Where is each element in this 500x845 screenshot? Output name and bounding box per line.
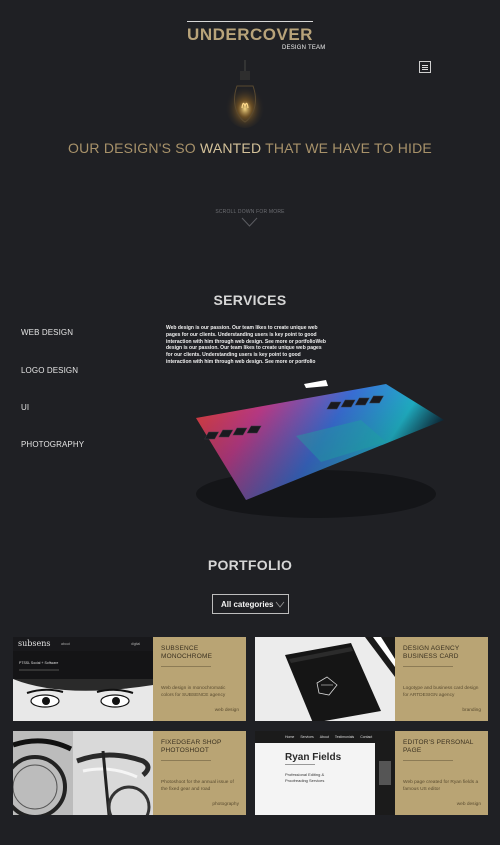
portfolio-card-info: SUBSENCE MONOCHROME Web design in monoch… [153, 637, 246, 721]
logo-subtitle: DESIGN TEAM [282, 45, 326, 51]
thumb-brand: subsens [18, 639, 51, 648]
portfolio-card-category: branding [462, 708, 481, 713]
portfolio-card-info: DESIGN AGENCY BUSINESS CARD Logotype and… [395, 637, 488, 721]
portfolio-card-title: SUBSENCE MONOCHROME [161, 645, 213, 660]
services-title: SERVICES [213, 292, 287, 308]
portfolio-card-category: web design [214, 708, 239, 713]
portfolio-thumbnail: subsens about digital PTSSL Social + Sof… [13, 637, 153, 721]
services-description: Web design is our passion. Our team like… [166, 325, 326, 365]
portfolio-card-business-card[interactable]: DESIGN AGENCY BUSINESS CARD Logotype and… [255, 637, 488, 721]
service-item-photography[interactable]: PHOTOGRAPHY [21, 440, 84, 449]
thumb-name: Ryan Fields [285, 752, 342, 763]
thumb-nav: Home Services About Testimonials Contact [285, 735, 373, 739]
service-item-logo-design[interactable]: LOGO DESIGN [21, 366, 78, 375]
portfolio-card-description: Web page created for Ryan fields a famou… [403, 780, 479, 792]
hamburger-menu-icon[interactable] [419, 61, 431, 73]
laptop-image [196, 380, 444, 518]
portfolio-card-description: Logotype and business card design for AR… [403, 686, 479, 698]
portfolio-card-category: web design [456, 802, 481, 807]
portfolio-thumbnail: Home Services About Testimonials Contact… [255, 731, 395, 815]
portfolio-thumbnail [255, 637, 395, 721]
portfolio-card-title: EDITOR'S PERSONAL PAGE [403, 739, 474, 754]
portfolio-thumbnail [13, 731, 153, 815]
chevron-down-icon[interactable] [241, 217, 258, 228]
portfolio-card-editor[interactable]: Home Services About Testimonials Contact… [255, 731, 488, 815]
category-select[interactable]: All categories [212, 594, 289, 614]
thumb-face-image [13, 679, 153, 721]
portfolio-card-title: DESIGN AGENCY BUSINESS CARD [403, 645, 460, 660]
portfolio-card-info: EDITOR'S PERSONAL PAGE Web page created … [395, 731, 488, 815]
portfolio-card-description: Web design in monochromatic colors for S… [161, 686, 226, 698]
lightbulb-icon [225, 60, 265, 128]
category-select-value: All categories [221, 600, 274, 609]
chevron-down-icon [275, 601, 285, 608]
scroll-hint[interactable]: SCROLL DOWN FOR MORE [0, 209, 500, 215]
thumb-business-card-image [255, 637, 395, 721]
logo-title: UNDERCOVER [187, 25, 313, 44]
portfolio-title: PORTFOLIO [207, 557, 293, 573]
tagline-highlight: WANTED [199, 140, 262, 156]
portfolio-card-info: FIXEDGEAR SHOP PHOTOSHOOT Photoshoot for… [153, 731, 246, 815]
thumb-bicycle-image [13, 731, 153, 815]
logo[interactable]: UNDERCOVER DESIGN TEAM [187, 21, 325, 51]
hero-tagline: OUR DESIGN'S SO WANTED THAT WE HAVE TO H… [68, 140, 432, 156]
portfolio-card-category: photography [212, 802, 239, 807]
service-item-ui[interactable]: UI [21, 403, 29, 412]
portfolio-card-description: Photoshoot for the annual issue of the f… [161, 780, 234, 792]
portfolio-card-fixedgear[interactable]: FIXEDGEAR SHOP PHOTOSHOOT Photoshoot for… [13, 731, 246, 815]
portfolio-card-title: FIXEDGEAR SHOP PHOTOSHOOT [161, 739, 222, 754]
service-item-web-design[interactable]: WEB DESIGN [21, 328, 73, 337]
logo-top-rule [187, 21, 313, 22]
portfolio-card-subsence[interactable]: subsens about digital PTSSL Social + Sof… [13, 637, 246, 721]
